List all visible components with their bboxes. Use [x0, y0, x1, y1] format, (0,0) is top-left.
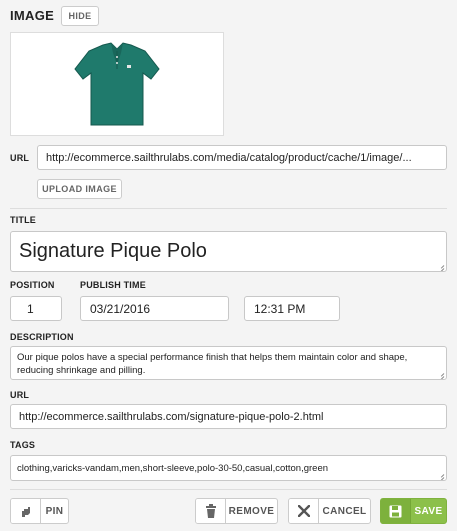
divider [10, 489, 447, 490]
position-field[interactable]: 1 [10, 296, 62, 321]
pin-icon [11, 499, 41, 523]
publish-time-label: PUBLISH TIME [80, 280, 146, 290]
url-value: http://ecommerce.sailthrulabs.com/signat… [19, 410, 324, 423]
position-value: 1 [27, 301, 34, 316]
resize-handle-icon[interactable] [437, 262, 444, 269]
resize-handle-icon[interactable] [437, 370, 444, 377]
image-section-title: IMAGE [10, 8, 55, 23]
remove-label: REMOVE [228, 505, 275, 517]
publish-time-value: 12:31 PM [254, 301, 306, 316]
product-image-preview [10, 32, 224, 136]
publish-date-field[interactable]: 03/21/2016 [80, 296, 229, 321]
publish-time-field[interactable]: 12:31 PM [244, 296, 340, 321]
tags-label: TAGS [10, 440, 36, 450]
description-field[interactable]: Our pique polos have a special performan… [10, 346, 447, 380]
close-icon [289, 499, 319, 523]
position-label: POSITION [10, 280, 55, 290]
url-label: URL [10, 390, 30, 400]
save-button[interactable]: SAVE [380, 498, 447, 524]
resize-handle-icon[interactable] [437, 471, 444, 478]
tags-value: clothing,varicks-vandam,men,short-sleeve… [17, 462, 329, 474]
image-url-label: URL [10, 153, 30, 163]
image-url-field[interactable]: http://ecommerce.sailthrulabs.com/media/… [37, 145, 447, 170]
description-value: Our pique polos have a special performan… [17, 352, 408, 376]
hide-button[interactable]: HIDE [61, 6, 99, 26]
title-value: Signature Pique Polo [19, 240, 207, 262]
polo-shirt-icon [74, 42, 160, 126]
upload-image-button[interactable]: UPLOAD IMAGE [37, 179, 122, 199]
cancel-button[interactable]: CANCEL [288, 498, 371, 524]
description-label: DESCRIPTION [10, 332, 74, 342]
floppy-disk-icon [381, 499, 411, 523]
url-field[interactable]: http://ecommerce.sailthrulabs.com/signat… [10, 404, 447, 429]
publish-date-value: 03/21/2016 [90, 301, 151, 316]
pin-button[interactable]: PIN [10, 498, 69, 524]
title-field[interactable]: Signature Pique Polo [10, 231, 447, 272]
remove-button[interactable]: REMOVE [195, 498, 278, 524]
title-label: TITLE [10, 215, 36, 225]
trash-icon [196, 499, 226, 523]
image-url-value: http://ecommerce.sailthrulabs.com/media/… [46, 151, 412, 164]
tags-field[interactable]: clothing,varicks-vandam,men,short-sleeve… [10, 455, 447, 481]
save-label: SAVE [414, 505, 443, 517]
pin-label: PIN [45, 505, 64, 517]
divider [10, 208, 447, 209]
cancel-label: CANCEL [322, 505, 367, 517]
